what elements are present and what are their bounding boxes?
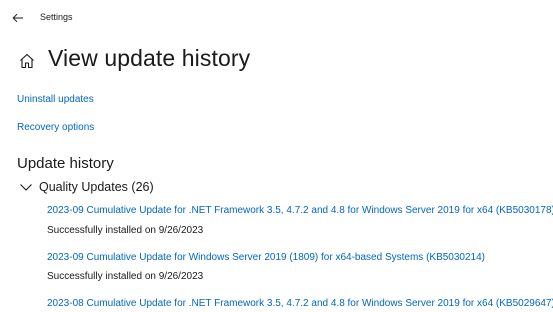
update-item-title[interactable]: 2023-09 Cumulative Update for .NET Frame… xyxy=(47,205,553,216)
quality-updates-group-toggle[interactable]: Quality Updates (26) xyxy=(19,178,154,196)
update-item-title[interactable]: 2023-09 Cumulative Update for Windows Se… xyxy=(47,252,485,263)
chevron-down-icon xyxy=(20,184,32,191)
back-arrow-icon xyxy=(12,13,23,23)
recovery-options-link[interactable]: Recovery options xyxy=(17,122,94,133)
quality-updates-group-label: Quality Updates (26) xyxy=(39,180,154,194)
page-title: View update history xyxy=(48,45,251,71)
app-title: Settings xyxy=(40,12,73,22)
update-item-status: Successfully installed on 9/26/2023 xyxy=(47,271,204,282)
home-icon xyxy=(20,53,34,69)
update-item-title[interactable]: 2023-08 Cumulative Update for .NET Frame… xyxy=(47,298,553,309)
uninstall-updates-link[interactable]: Uninstall updates xyxy=(17,94,94,105)
update-history-heading: Update history xyxy=(17,155,114,172)
back-button[interactable] xyxy=(8,8,28,28)
update-item-status: Successfully installed on 9/26/2023 xyxy=(47,225,204,236)
